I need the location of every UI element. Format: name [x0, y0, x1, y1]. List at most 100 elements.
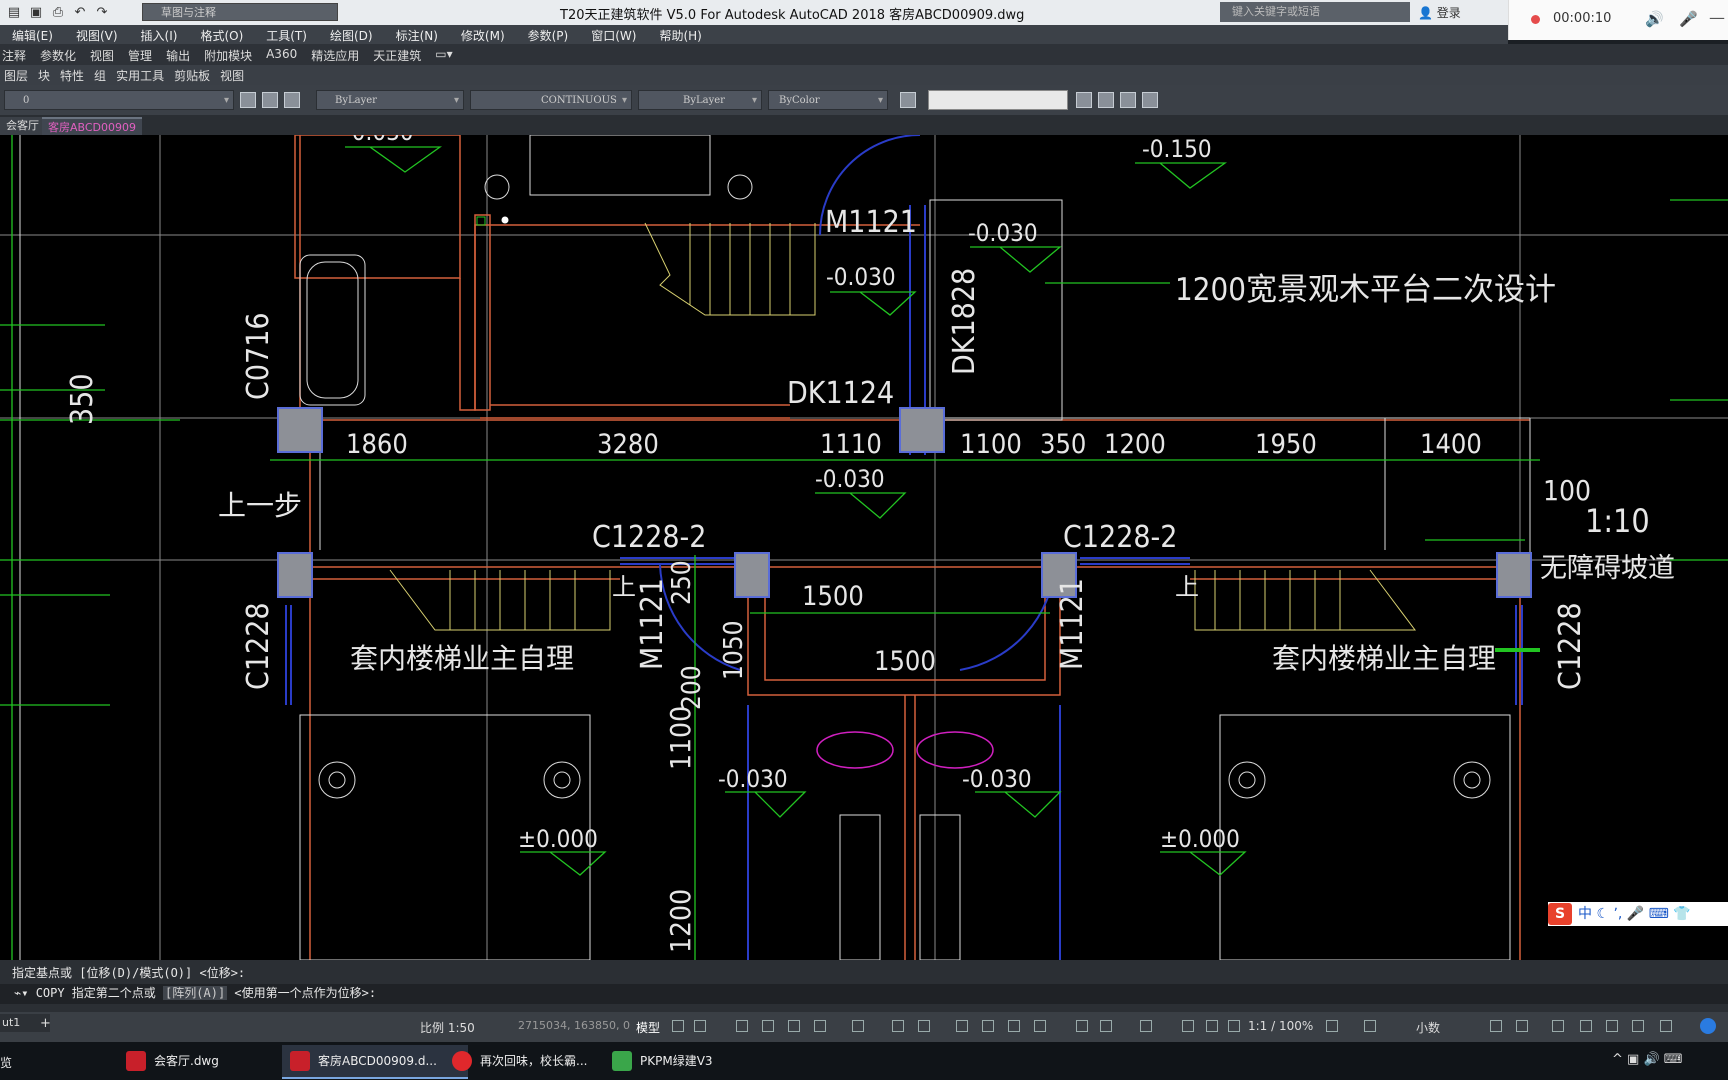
menu-insert[interactable]: 插入(I) — [129, 25, 189, 44]
menu-dimension[interactable]: 标注(N) — [384, 25, 449, 44]
menu-tools[interactable]: 工具(T) — [254, 25, 318, 44]
tool-icon-2[interactable] — [1098, 92, 1114, 108]
object-track-icon[interactable] — [892, 1020, 904, 1032]
tab-parametric[interactable]: 参数化 — [36, 44, 86, 65]
menu-window[interactable]: 窗口(W) — [579, 25, 647, 44]
search-input[interactable]: 键入关键字或短语 — [1220, 2, 1410, 22]
lock-ui-icon[interactable] — [1516, 1020, 1528, 1032]
tab-manage[interactable]: 管理 — [124, 44, 162, 65]
lineweight-dropdown[interactable]: ByLayer — [638, 90, 762, 111]
record-icon[interactable] — [1531, 15, 1540, 24]
redo-icon[interactable]: ↷ — [94, 5, 110, 21]
snap-icon[interactable] — [694, 1020, 706, 1032]
plotstyle-dropdown[interactable]: ByColor — [768, 90, 888, 111]
tab-addins[interactable]: 附加模块 — [200, 44, 262, 65]
isodraft-icon[interactable] — [852, 1020, 864, 1032]
file-tab-reception[interactable]: 会客厅 — [0, 117, 45, 135]
layer-dropdown[interactable]: 0 — [4, 90, 234, 111]
dynamic-input-icon[interactable] — [762, 1020, 774, 1032]
annotation-visibility-icon[interactable] — [1182, 1020, 1194, 1032]
tab-view[interactable]: 视图 — [86, 44, 124, 65]
workspace-icon[interactable] — [1326, 1020, 1338, 1032]
tab-tangent[interactable]: 天正建筑 — [369, 44, 431, 65]
annotation-scale-selector[interactable]: 1:1 / 100% — [1248, 1019, 1313, 1033]
dynamic-ucs-icon[interactable] — [1076, 1020, 1088, 1032]
color-dropdown[interactable]: ByLayer — [316, 90, 464, 111]
array-option[interactable]: [阵列(A)] — [163, 986, 228, 1000]
tool-icon-1[interactable] — [1076, 92, 1092, 108]
osnap-icon[interactable] — [918, 1020, 930, 1032]
annotation-scale-icon[interactable] — [1228, 1020, 1240, 1032]
layer-previous-icon[interactable] — [262, 92, 278, 108]
mic-muted-icon[interactable]: 🎤 — [1679, 10, 1698, 28]
save-icon[interactable]: ▣ — [28, 5, 44, 21]
minimize-icon[interactable]: — — [1709, 8, 1725, 27]
panel-properties[interactable]: 特性 — [56, 65, 90, 85]
lineweight-icon[interactable] — [956, 1020, 968, 1032]
units-selector[interactable]: 小数 — [1416, 1019, 1440, 1036]
pkpm-icon — [612, 1051, 632, 1071]
status-menu-icon[interactable] — [1660, 1020, 1672, 1032]
ortho-icon[interactable] — [788, 1020, 800, 1032]
panel-view[interactable]: 视图 — [216, 65, 250, 85]
task-reception-dwg[interactable]: 会客厅.dwg — [118, 1045, 304, 1077]
panel-layers[interactable]: 图层 — [0, 65, 34, 85]
drawing-canvas[interactable]: 1860 3280 1110 1100 350 1200 1950 1400 1… — [0, 135, 1728, 960]
polar-icon[interactable] — [814, 1020, 826, 1032]
volume-icon[interactable]: 🔊 — [1645, 10, 1664, 28]
tab-output[interactable]: 输出 — [162, 44, 200, 65]
ribbon-toggle-icon[interactable]: ▭▾ — [431, 44, 462, 65]
print-icon[interactable]: ⎙ — [50, 5, 66, 21]
tool-icon-3[interactable] — [1120, 92, 1136, 108]
tangent-status-icon[interactable] — [1700, 1018, 1716, 1034]
task-guestroom-dwg[interactable]: 客房ABCD00909.d... — [282, 1045, 468, 1079]
tab-a360[interactable]: A360 — [262, 44, 307, 65]
layer-state-icon[interactable] — [284, 92, 300, 108]
menu-draw[interactable]: 绘图(D) — [318, 25, 384, 44]
panel-groups[interactable]: 组 — [90, 65, 112, 85]
customize-icon[interactable] — [1632, 1020, 1644, 1032]
ime-toolbar[interactable]: S 中 ☾ ʼ, 🎤 ⌨ 👕 — [1548, 902, 1728, 926]
menu-view[interactable]: 视图(V) — [64, 25, 129, 44]
workspace-dropdown[interactable]: 草图与注释 — [142, 3, 338, 21]
scale-selector[interactable]: 比例 1:50 — [420, 1019, 475, 1036]
login-button[interactable]: 👤 登录 — [1418, 4, 1461, 21]
grid-icon[interactable] — [672, 1020, 684, 1032]
clean-screen-icon[interactable] — [1606, 1020, 1618, 1032]
add-layout-icon[interactable]: + — [40, 1016, 51, 1031]
menu-edit[interactable]: 编辑(E) — [0, 25, 64, 44]
menu-format[interactable]: 格式(O) — [188, 25, 254, 44]
layer-match-icon[interactable] — [240, 92, 256, 108]
task-pkpm[interactable]: PKPM绿建V3 — [604, 1045, 790, 1077]
selection-filter-icon[interactable] — [1100, 1020, 1112, 1032]
panel-clipboard[interactable]: 剪贴板 — [170, 65, 216, 85]
menu-parametric[interactable]: 参数(P) — [516, 25, 580, 44]
panel-utilities[interactable]: 实用工具 — [112, 65, 170, 85]
model-space-button[interactable]: 模型 — [636, 1019, 660, 1036]
task-browser[interactable]: 再次回味，校长霸... — [444, 1045, 630, 1077]
3d-osnap-icon[interactable] — [1034, 1020, 1046, 1032]
transparency-icon[interactable] — [982, 1020, 994, 1032]
tab-featured-apps[interactable]: 精选应用 — [307, 44, 369, 65]
infer-icon[interactable] — [736, 1020, 748, 1032]
tab-annotate[interactable]: 注释 — [0, 44, 36, 65]
menu-modify[interactable]: 修改(M) — [449, 25, 516, 44]
annotation-monitor-icon[interactable] — [1364, 1020, 1376, 1032]
list-properties-icon[interactable] — [900, 92, 916, 108]
quick-properties-icon[interactable] — [1490, 1020, 1502, 1032]
command-input[interactable]: ⌁▾ COPY 指定第二个点或 [阵列(A)] <使用第一个点作为位移>: — [0, 984, 1728, 1004]
selection-cycling-icon[interactable] — [1008, 1020, 1020, 1032]
tray-icons[interactable]: ^ ▣ 🔊 ⌨ — [1612, 1052, 1683, 1067]
linetype-dropdown[interactable]: CONTINUOUS — [470, 90, 632, 111]
menu-help[interactable]: 帮助(H) — [647, 25, 712, 44]
gizmo-icon[interactable] — [1140, 1020, 1152, 1032]
auto-scale-icon[interactable] — [1206, 1020, 1218, 1032]
open-icon[interactable]: ▤ — [6, 5, 22, 21]
file-tab-guestroom[interactable]: 客房ABCD00909 — [42, 117, 143, 137]
undo-icon[interactable]: ↶ — [72, 5, 88, 21]
panel-block[interactable]: 块 — [34, 65, 56, 85]
hardware-acceleration-icon[interactable] — [1580, 1020, 1592, 1032]
isolate-objects-icon[interactable] — [1552, 1020, 1564, 1032]
text-style-input[interactable] — [928, 90, 1068, 110]
tool-icon-4[interactable] — [1142, 92, 1158, 108]
